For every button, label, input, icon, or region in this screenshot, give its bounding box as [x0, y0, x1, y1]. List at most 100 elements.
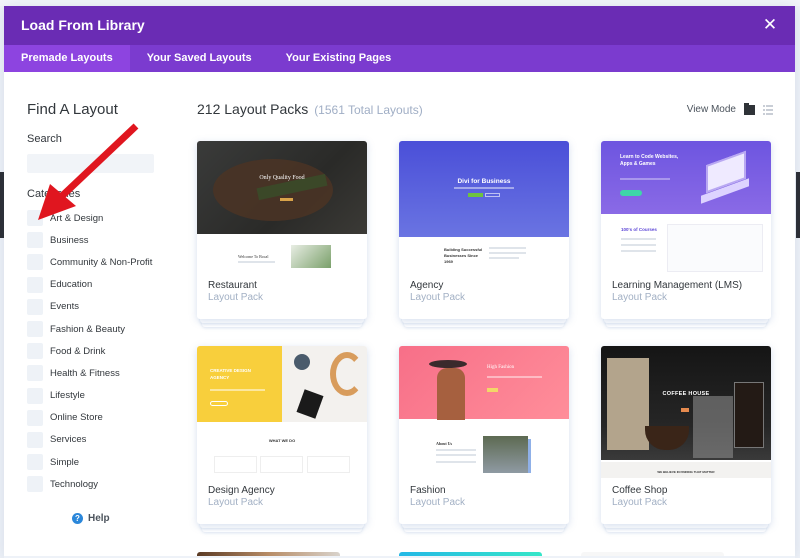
layout-card-coffee-shop[interactable]: COFFEE HOUSE WE BELIEVE IN FINDING THAT …: [601, 346, 771, 532]
category-checkbox[interactable]: [27, 276, 43, 293]
category-art-design[interactable]: Art & Design: [27, 207, 152, 229]
category-label: Online Store: [50, 412, 103, 424]
category-checkbox[interactable]: [27, 454, 43, 471]
category-checkbox[interactable]: [27, 321, 43, 338]
category-checkbox[interactable]: [27, 343, 43, 360]
close-button[interactable]: ✕: [759, 14, 781, 36]
thumbnail-section-text: Building Successful Businesses Since 196…: [444, 247, 483, 264]
find-layout-title: Find A Layout: [27, 101, 118, 118]
thumbnail-section-text: WHAT WE DO: [268, 438, 296, 443]
list-view-icon[interactable]: [763, 104, 773, 115]
category-technology[interactable]: Technology: [27, 473, 152, 495]
layout-card-agency[interactable]: Divi for Business Building Successful Bu…: [399, 141, 569, 327]
layout-packs-count: 212 Layout Packs: [197, 101, 309, 117]
layout-type: Layout Pack: [208, 497, 264, 508]
thumbnail-hero-text: Learn to Code Websites, Apps & Games: [620, 154, 679, 167]
category-label: Technology: [50, 478, 99, 490]
layout-type: Layout Pack: [612, 292, 668, 303]
layout-name: Restaurant: [208, 280, 257, 291]
tab-bar: Premade Layouts Your Saved Layouts Your …: [4, 45, 795, 72]
layout-type: Layout Pack: [612, 497, 668, 508]
thumbnail-hero-text: High Fashion: [487, 365, 515, 370]
layout-name: Learning Management (LMS): [612, 280, 743, 291]
layout-grid-area: 212 Layout Packs (1561 Total Layouts) Vi…: [179, 72, 795, 558]
load-from-library-modal: Load From Library ✕ Premade Layouts Your…: [4, 6, 795, 558]
category-simple[interactable]: Simple: [27, 451, 152, 473]
category-health-fitness[interactable]: Health & Fitness: [27, 362, 152, 384]
layout-name: Coffee Shop: [612, 485, 668, 496]
layout-thumbnail: CREATIVE DESIGN AGENCY WHAT WE DO: [197, 346, 367, 478]
category-label: Art & Design: [50, 212, 104, 224]
category-label: Fashion & Beauty: [50, 323, 125, 335]
tab-saved-layouts[interactable]: Your Saved Layouts: [130, 45, 269, 72]
category-checkbox[interactable]: [27, 365, 43, 382]
close-icon: ✕: [762, 15, 778, 34]
category-events[interactable]: Events: [27, 296, 152, 318]
layout-packs-heading: 212 Layout Packs (1561 Total Layouts): [197, 101, 423, 117]
category-checkbox[interactable]: [27, 298, 43, 315]
category-food-drink[interactable]: Food & Drink: [27, 340, 152, 362]
thumbnail-hero-text: CREATIVE DESIGN AGENCY: [210, 368, 251, 380]
category-label: Simple: [50, 456, 80, 468]
category-education[interactable]: Education: [27, 274, 152, 296]
layout-card-design-agency[interactable]: CREATIVE DESIGN AGENCY WHAT WE DO Design…: [197, 346, 367, 532]
layout-thumbnail: Learn to Code Websites, Apps & Games 100…: [601, 141, 771, 273]
layout-name: Design Agency: [208, 485, 275, 496]
category-lifestyle[interactable]: Lifestyle: [27, 385, 152, 407]
modal-title: Load From Library: [21, 17, 145, 33]
question-circle-icon: ?: [72, 513, 83, 524]
layout-type: Layout Pack: [208, 292, 264, 303]
layout-name: Fashion: [410, 485, 446, 496]
thumbnail-section-text: 100's of Courses: [621, 227, 657, 232]
layout-name: Agency: [410, 280, 444, 291]
layout-card-lms[interactable]: Learn to Code Websites, Apps & Games 100…: [601, 141, 771, 327]
layout-thumbnail: COFFEE HOUSE WE BELIEVE IN FINDING THAT …: [601, 346, 771, 478]
category-checkbox[interactable]: [27, 232, 43, 249]
category-fashion-beauty[interactable]: Fashion & Beauty: [27, 318, 152, 340]
modal-header: Load From Library ✕: [4, 6, 795, 45]
category-label: Community & Non-Profit: [50, 256, 153, 268]
view-mode-label: View Mode: [686, 104, 736, 115]
total-layouts-count: (1561 Total Layouts): [314, 103, 423, 117]
search-label: Search: [27, 133, 62, 145]
category-checkbox[interactable]: [27, 387, 43, 404]
thumbnail-section-text: WE BELIEVE IN FINDING THAT MATTER: [657, 470, 715, 474]
categories-label: Categories: [27, 188, 81, 200]
thumbnail-hero-text: Only Quality Food: [259, 175, 305, 181]
help-link[interactable]: ? Help: [72, 513, 110, 524]
category-list: Art & Design Business Community & Non-Pr…: [27, 207, 152, 495]
tab-existing-pages[interactable]: Your Existing Pages: [269, 45, 409, 72]
filter-sidebar: Find A Layout Search Categories Art & De…: [4, 72, 179, 558]
category-checkbox[interactable]: [27, 476, 43, 493]
layout-card-fashion[interactable]: High Fashion About Us Fashion Layout Pac…: [399, 346, 569, 532]
category-label: Services: [50, 434, 87, 446]
category-checkbox[interactable]: [27, 431, 43, 448]
thumbnail-section-text: Welcome To Bocal: [238, 254, 269, 259]
view-mode-switcher: View Mode: [686, 102, 773, 115]
category-business[interactable]: Business: [27, 229, 152, 251]
layout-type: Layout Pack: [410, 292, 466, 303]
category-services[interactable]: Services: [27, 429, 152, 451]
category-checkbox[interactable]: [27, 210, 43, 227]
background-element: [796, 172, 800, 238]
category-label: Lifestyle: [50, 390, 85, 402]
layout-type: Layout Pack: [410, 497, 466, 508]
search-input[interactable]: [27, 154, 154, 173]
category-label: Business: [50, 234, 89, 246]
category-label: Education: [50, 279, 93, 291]
tab-premade-layouts[interactable]: Premade Layouts: [4, 45, 130, 72]
category-online-store[interactable]: Online Store: [27, 407, 152, 429]
layout-thumbnail: Divi for Business Building Successful Bu…: [399, 141, 569, 273]
thumbnail-hero-text: COFFEE HOUSE: [662, 391, 710, 397]
thumbnail-hero-text: Divi for Business: [457, 178, 511, 185]
category-checkbox[interactable]: [27, 254, 43, 271]
grid-view-icon[interactable]: [744, 102, 755, 115]
thumbnail-section-text: About Us: [436, 441, 453, 446]
layout-thumbnail: High Fashion About Us: [399, 346, 569, 478]
category-label: Food & Drink: [50, 345, 106, 357]
category-community-non-profit[interactable]: Community & Non-Profit: [27, 251, 152, 273]
category-label: Events: [50, 301, 80, 313]
layout-card-restaurant[interactable]: Only Quality Food Welcome To Bocal Resta…: [197, 141, 367, 327]
help-label: Help: [88, 513, 110, 524]
category-checkbox[interactable]: [27, 409, 43, 426]
